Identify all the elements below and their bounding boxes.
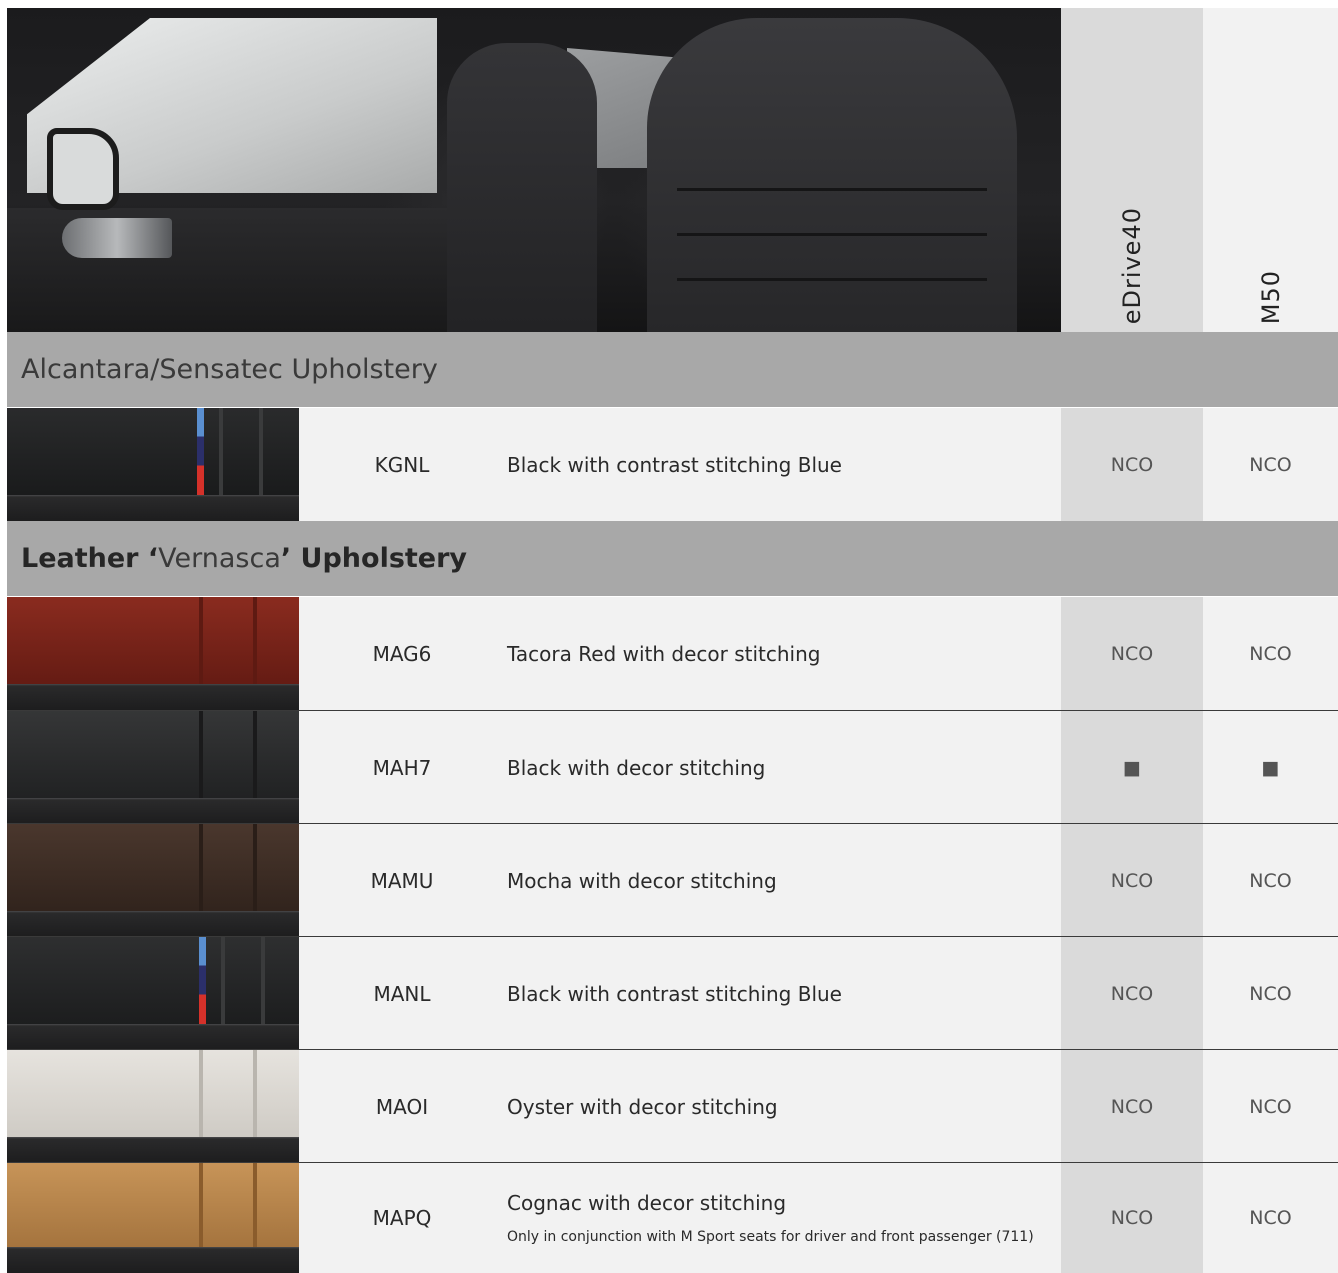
swatch-kgnl bbox=[7, 408, 299, 521]
standard-marker-edrive40: ■ bbox=[1061, 711, 1203, 824]
description-note: Only in conjunction with M Sport seats f… bbox=[507, 1229, 1034, 1245]
option-description: Black with contrast stitching Blue bbox=[507, 408, 1057, 521]
option-description: Cognac with decor stitching Only in conj… bbox=[507, 1163, 1057, 1273]
option-code: KGNL bbox=[374, 452, 430, 477]
value-m50: NCO bbox=[1249, 869, 1292, 892]
option-code: MAH7 bbox=[372, 755, 432, 780]
description-text: Black with decor stitching bbox=[507, 755, 766, 780]
table-row: MAOI Oyster with decor stitching NCO NCO bbox=[7, 1049, 1338, 1163]
description-text: Cognac with decor stitching bbox=[507, 1191, 787, 1215]
table-row: MAG6 Tacora Red with decor stitching NCO… bbox=[7, 597, 1338, 710]
value-edrive40: NCO bbox=[1061, 937, 1203, 1050]
option-code: MAMU bbox=[370, 868, 434, 893]
option-code: MAPQ bbox=[372, 1206, 432, 1230]
section-header-alcantara: Alcantara/Sensatec Upholstery bbox=[7, 332, 1338, 407]
value-m50: NCO bbox=[1249, 1095, 1292, 1118]
section-header-vernasca: Leather ‘Vernasca’ Upholstery bbox=[7, 521, 1338, 596]
table-row: MAMU Mocha with decor stitching NCO NCO bbox=[7, 823, 1338, 937]
table-row: MAH7 Black with decor stitching ■ ■ bbox=[7, 710, 1338, 824]
option-code: MANL bbox=[373, 981, 431, 1006]
value-edrive40: NCO bbox=[1061, 824, 1203, 937]
value-m50: NCO bbox=[1249, 982, 1292, 1005]
option-code: MAG6 bbox=[372, 641, 432, 666]
swatch-manl bbox=[7, 937, 299, 1050]
description-text: Black with contrast stitching Blue bbox=[507, 981, 842, 1006]
option-description: Black with contrast stitching Blue bbox=[507, 937, 1057, 1050]
value-m50: NCO bbox=[1249, 1207, 1292, 1229]
description-text: Black with contrast stitching Blue bbox=[507, 452, 842, 477]
description-text: Tacora Red with decor stitching bbox=[507, 641, 821, 666]
table-row: MAPQ Cognac with decor stitching Only in… bbox=[7, 1162, 1338, 1273]
column-label-edrive40: eDrive40 bbox=[1118, 206, 1146, 324]
value-edrive40: NCO bbox=[1061, 1163, 1203, 1273]
column-header-edrive40: eDrive40 bbox=[1061, 8, 1203, 332]
swatch-mapq bbox=[7, 1163, 299, 1273]
value-edrive40: NCO bbox=[1061, 597, 1203, 710]
value-m50: NCO bbox=[1249, 453, 1292, 476]
section-title: Alcantara/Sensatec Upholstery bbox=[21, 354, 438, 385]
description-text: Mocha with decor stitching bbox=[507, 868, 777, 893]
value-edrive40: NCO bbox=[1061, 408, 1203, 521]
option-description: Oyster with decor stitching bbox=[507, 1050, 1057, 1163]
option-code: MAOI bbox=[375, 1094, 429, 1119]
interior-photo bbox=[7, 8, 1061, 332]
option-description: Black with decor stitching bbox=[507, 711, 1057, 824]
swatch-mamu bbox=[7, 824, 299, 937]
column-label-m50: M50 bbox=[1256, 269, 1285, 324]
option-description: Mocha with decor stitching bbox=[507, 824, 1057, 937]
column-header-m50: M50 bbox=[1203, 8, 1338, 332]
description-text: Oyster with decor stitching bbox=[507, 1094, 778, 1119]
table-row: KGNL Black with contrast stitching Blue … bbox=[7, 408, 1338, 521]
section-title: Leather ‘Vernasca’ Upholstery bbox=[21, 543, 468, 574]
swatch-mag6 bbox=[7, 597, 299, 710]
option-description: Tacora Red with decor stitching bbox=[507, 597, 1057, 710]
value-m50: NCO bbox=[1249, 642, 1292, 665]
swatch-mah7 bbox=[7, 711, 299, 824]
swatch-maoi bbox=[7, 1050, 299, 1163]
standard-marker-m50: ■ bbox=[1261, 756, 1280, 779]
table-row: MANL Black with contrast stitching Blue … bbox=[7, 936, 1338, 1050]
value-edrive40: NCO bbox=[1061, 1050, 1203, 1163]
